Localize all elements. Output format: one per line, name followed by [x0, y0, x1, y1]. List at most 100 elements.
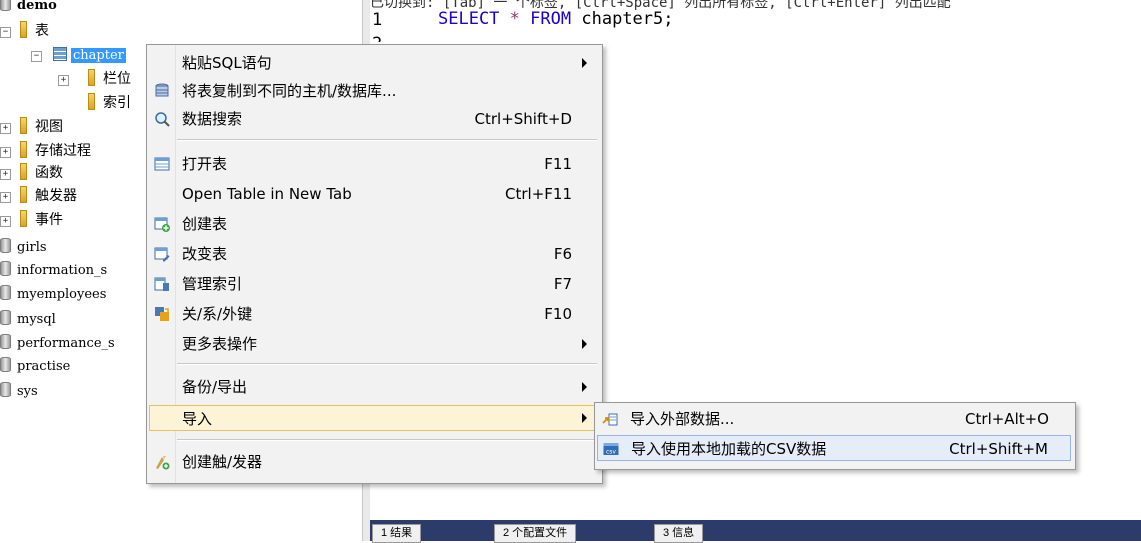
menu-item-import[interactable]: 导入 [149, 405, 599, 431]
expand-toggle-icon[interactable]: + [0, 169, 11, 180]
tree-folder-label: 事件 [35, 212, 63, 228]
menu-item-label: 更多表操作 [182, 335, 258, 353]
tree-folder-label: 触发器 [35, 188, 77, 204]
menu-item-open-table-new-tab[interactable]: Open Table in New Tab Ctrl+F11 [149, 181, 599, 207]
tab-profiler[interactable]: 2 个配置文件 [494, 524, 577, 543]
tree-db-item[interactable]: information_s [0, 259, 107, 282]
folder-icon [20, 117, 27, 134]
menu-item-alter-table[interactable]: 改变表 F6 [149, 241, 599, 267]
collapse-toggle-icon[interactable]: − [31, 51, 42, 62]
tree-db-label: demo [17, 0, 57, 13]
expand-toggle-icon[interactable]: + [58, 75, 69, 86]
submenu-item-import-external[interactable]: 导入外部数据... Ctrl+Alt+O [597, 406, 1071, 432]
tree-folder-label: 视图 [35, 119, 63, 135]
menu-item-label: 管理索引 [182, 275, 243, 293]
svg-text:csv: csv [606, 449, 616, 456]
database-icon [0, 310, 11, 325]
tree-db-label: girls [17, 240, 47, 255]
menu-item-open-table[interactable]: 打开表 F11 [149, 151, 599, 177]
create-table-icon [154, 217, 170, 232]
tab-messages[interactable]: 3 信息 [654, 524, 704, 543]
menu-item-manage-indexes[interactable]: 管理索引 F7 [149, 271, 599, 297]
tree-table-label: chapter [71, 48, 126, 63]
tree-folder-label: 索引 [103, 95, 131, 111]
line-number: 2 [372, 34, 382, 42]
menu-separator [177, 363, 597, 365]
database-icon [0, 261, 11, 276]
csv-icon: csv [603, 443, 619, 456]
expand-toggle-icon[interactable]: + [0, 192, 11, 203]
menu-item-shortcut: Ctrl+F11 [505, 185, 572, 203]
tree-db-item[interactable]: mysql [0, 308, 56, 331]
database-icon [0, 357, 11, 372]
menu-item-data-search[interactable]: 数据搜索 Ctrl+Shift+D [149, 106, 599, 132]
menu-item-label: Open Table in New Tab [182, 185, 352, 203]
table-icon [154, 157, 170, 171]
menu-item-shortcut: Ctrl+Alt+O [965, 410, 1049, 428]
table-icon [53, 47, 67, 61]
folder-icon [88, 93, 95, 110]
tree-db-label: myemployees [17, 287, 107, 302]
tree-db-item[interactable]: myemployees [0, 283, 106, 306]
tree-folder-label: 表 [35, 23, 49, 39]
tab-results[interactable]: 1 结果 [372, 524, 422, 543]
menu-item-shortcut: F7 [553, 275, 572, 293]
tree-db-label: information_s [17, 263, 108, 278]
menu-item-paste-sql[interactable]: 粘贴SQL语句 [149, 50, 599, 76]
menu-item-label: 粘贴SQL语句 [182, 54, 272, 72]
menu-item-create-trigger[interactable]: 创建触/发器 [149, 449, 599, 475]
tab-label: 3 信息 [663, 527, 695, 539]
menu-item-label: 创建表 [182, 215, 228, 233]
menu-item-shortcut: F6 [553, 245, 572, 263]
tree-db-label: mysql [17, 312, 56, 327]
menu-item-label: 数据搜索 [182, 110, 243, 128]
tree-db-label: performance_s [17, 336, 115, 351]
collapse-toggle-icon[interactable]: − [0, 27, 11, 38]
import-external-icon [602, 413, 618, 426]
database-icon [0, 285, 11, 300]
menu-separator [177, 439, 597, 441]
relation-icon [155, 307, 169, 321]
database-icon [0, 0, 11, 11]
menu-item-label: 导入外部数据... [630, 410, 735, 428]
folder-icon [88, 69, 95, 86]
menu-item-shortcut: Ctrl+Shift+M [949, 440, 1048, 458]
menu-item-copy-table[interactable]: 将表复制到不同的主机/数据库... [149, 78, 599, 104]
tree-db-demo[interactable]: demo [0, 0, 57, 17]
folder-icon [20, 210, 27, 227]
menu-item-label: 导入使用本地加载的CSV数据 [631, 440, 827, 458]
sql-line[interactable]: SELECT * FROM chapter5; [438, 9, 674, 29]
sql-table-name: chapter5; [581, 9, 674, 29]
menu-item-label: 改变表 [182, 245, 228, 263]
menu-item-label: 导入 [182, 410, 213, 428]
menu-item-label: 打开表 [182, 155, 228, 173]
menu-item-label: 创建触/发器 [182, 453, 263, 471]
tree-folder-label: 栏位 [103, 71, 131, 87]
search-icon [155, 112, 170, 127]
submenu-item-import-csv[interactable]: csv 导入使用本地加载的CSV数据 Ctrl+Shift+M [597, 435, 1071, 461]
submenu-arrow-icon [582, 382, 587, 392]
tree-db-item[interactable]: performance_s [0, 332, 115, 355]
expand-toggle-icon[interactable]: + [0, 147, 11, 158]
menu-item-create-table[interactable]: 创建表 [149, 211, 599, 237]
sql-keyword: FROM [530, 9, 572, 29]
menu-item-relationships[interactable]: 关/系/外键 F10 [149, 301, 599, 327]
database-icon [0, 334, 11, 349]
menu-item-more-table-ops[interactable]: 更多表操作 [149, 331, 599, 357]
expand-toggle-icon[interactable]: + [0, 123, 11, 134]
sql-keyword: SELECT [438, 9, 500, 29]
database-icon [0, 238, 11, 253]
tree-db-item[interactable]: sys [0, 380, 38, 403]
tree-db-item[interactable]: girls [0, 236, 47, 259]
import-submenu: 导入外部数据... Ctrl+Alt+O csv 导入使用本地加载的CSV数据 … [594, 402, 1076, 470]
menu-item-backup-export[interactable]: 备份/导出 [149, 374, 599, 400]
tree-db-item[interactable]: practise [0, 355, 70, 378]
menu-separator [177, 139, 597, 141]
trigger-icon [156, 456, 170, 470]
folder-icon [20, 163, 27, 180]
expand-toggle-icon[interactable]: + [0, 216, 11, 227]
table-context-menu: 粘贴SQL语句 将表复制到不同的主机/数据库... 数据搜索 Ctrl+Shif… [146, 44, 603, 484]
tree-folder-label: 存储过程 [35, 143, 91, 159]
copy-db-icon [155, 83, 169, 97]
menu-item-label: 备份/导出 [182, 378, 248, 396]
